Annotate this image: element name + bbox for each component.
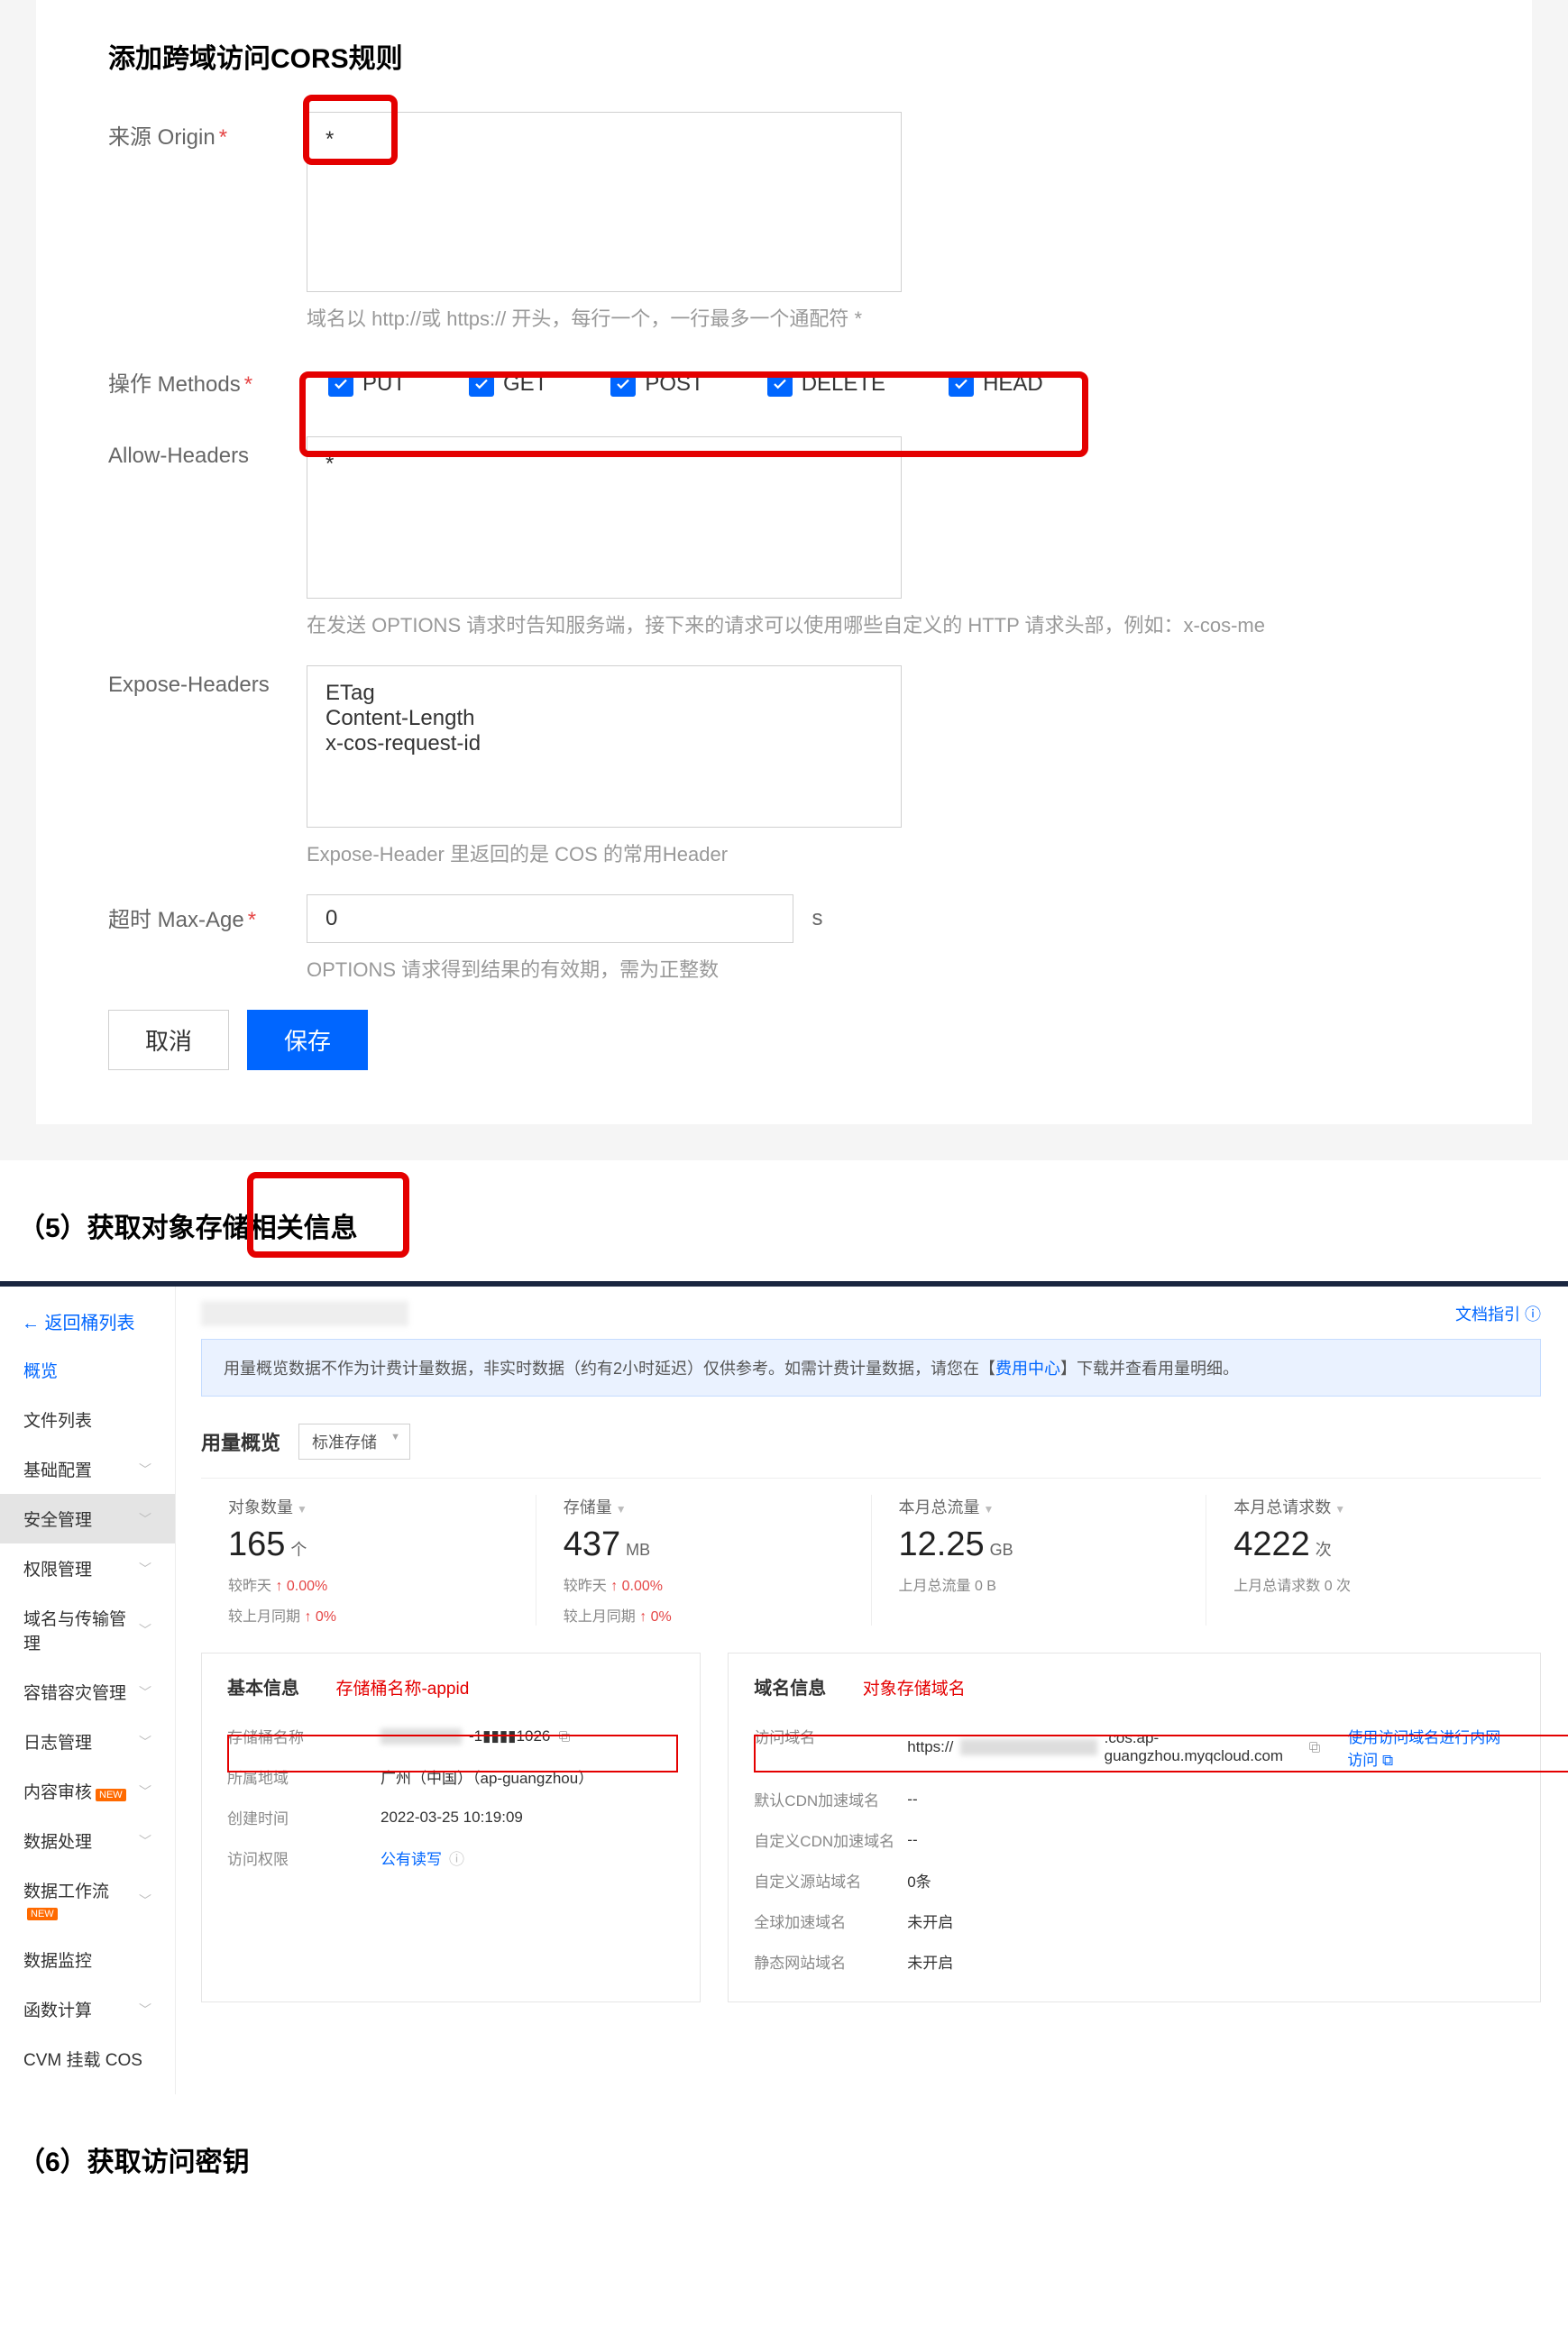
info-row: 默认CDN加速域名-- [754, 1779, 1515, 1819]
domain-info-red-label: 对象存储域名 [863, 1680, 966, 1699]
sidebar-item[interactable]: 数据工作流NEW﹀ [0, 1865, 175, 1935]
checkbox-put[interactable]: PUT [328, 371, 406, 397]
stat-cell: 对象数量▼165个较昨天 ↑ 0.00%较上月同期 ↑ 0% [201, 1495, 536, 1626]
check-icon [469, 371, 494, 397]
cancel-button[interactable]: 取消 [108, 1010, 229, 1070]
checkbox-post[interactable]: POST [610, 371, 703, 397]
save-button[interactable]: 保存 [247, 1010, 368, 1070]
basic-info-card: 基本信息 存储桶名称-appid 存储桶名称-1▮▮▮▮1026所属地域广州（中… [201, 1653, 701, 2002]
sidebar: ← 返回桶列表 概览文件列表基础配置﹀安全管理﹀权限管理﹀域名与传输管理﹀容错容… [0, 1287, 176, 2094]
sidebar-item[interactable]: 域名与传输管理﹀ [0, 1593, 175, 1667]
basic-info-title: 基本信息 [227, 1673, 299, 1699]
hint-allow-headers: 在发送 OPTIONS 请求时告知服务端，接下来的请求可以使用哪些自定义的 HT… [307, 609, 1460, 638]
sidebar-item[interactable]: 函数计算﹀ [0, 1984, 175, 2034]
chevron-down-icon: ﹀ [139, 1832, 151, 1850]
sidebar-item[interactable]: 概览 [0, 1345, 175, 1395]
permission-link[interactable]: 公有读写 [381, 1846, 442, 1869]
info-row: 访问权限公有读写 ⓘ [227, 1837, 674, 1878]
info-row: 全球加速域名未开启 [754, 1901, 1515, 1941]
storage-type-select[interactable]: 标准存储 [298, 1424, 410, 1460]
domain-info-title: 域名信息 [754, 1673, 826, 1699]
billing-center-link[interactable]: 费用中心 [995, 1360, 1060, 1378]
chevron-down-icon: ﹀ [139, 1782, 151, 1800]
info-row: 静态网站域名未开启 [754, 1941, 1515, 1982]
basic-info-red-label: 存储桶名称-appid [335, 1680, 469, 1699]
chevron-down-icon: ﹀ [139, 1510, 151, 1528]
intranet-access-link[interactable]: 使用访问域名进行内网访问 ⧉ [1347, 1725, 1515, 1770]
cors-title: 添加跨域访问CORS规则 [108, 36, 1460, 76]
console-panel: ← 返回桶列表 概览文件列表基础配置﹀安全管理﹀权限管理﹀域名与传输管理﹀容错容… [0, 1281, 1568, 2094]
row-methods: 操作 Methods* PUT GET POST DELETE HEAD [108, 359, 1460, 409]
row-expose-headers: Expose-Headers ETag Content-Length x-cos… [108, 665, 1460, 867]
check-icon [767, 371, 793, 397]
input-max-age[interactable]: 0 [307, 894, 793, 943]
stat-cell: 本月总流量▼12.25GB上月总流量 0 B [872, 1495, 1207, 1626]
checkbox-head[interactable]: HEAD [949, 371, 1043, 397]
label-max-age: 超时 Max-Age* [108, 894, 307, 933]
chevron-down-icon: ﹀ [139, 1892, 151, 1910]
usage-overview-title: 用量概览 [201, 1427, 280, 1456]
label-methods: 操作 Methods* [108, 359, 307, 398]
sidebar-item[interactable]: 安全管理﹀ [0, 1494, 175, 1543]
input-expose-headers[interactable]: ETag Content-Length x-cos-request-id [307, 665, 902, 828]
copy-icon[interactable] [557, 1729, 572, 1744]
info-row: 存储桶名称-1▮▮▮▮1026 [227, 1716, 674, 1756]
stat-cell: 存储量▼437MB较昨天 ↑ 0.00%较上月同期 ↑ 0% [536, 1495, 872, 1626]
check-icon [949, 371, 974, 397]
chevron-down-icon: ﹀ [139, 1621, 151, 1639]
check-icon [328, 371, 353, 397]
info-icon: ⓘ [449, 1846, 464, 1869]
sidebar-item[interactable]: 内容审核NEW﹀ [0, 1766, 175, 1816]
label-allow-headers: Allow-Headers [108, 436, 307, 469]
label-expose-headers: Expose-Headers [108, 665, 307, 698]
sidebar-item[interactable]: 数据处理﹀ [0, 1816, 175, 1865]
info-row: 自定义源站域名0条 [754, 1860, 1515, 1901]
sidebar-item[interactable]: 数据监控 [0, 1935, 175, 1984]
sidebar-item[interactable]: 基础配置﹀ [0, 1444, 175, 1494]
cors-form-panel: 添加跨域访问CORS规则 来源 Origin* * 域名以 http://或 h… [36, 0, 1532, 1124]
chevron-down-icon: ﹀ [139, 2001, 151, 2019]
chevron-down-icon: ﹀ [139, 1733, 151, 1751]
stat-cell: 本月总请求数▼4222次上月总请求数 0 次 [1206, 1495, 1541, 1626]
sidebar-item[interactable]: 权限管理﹀ [0, 1543, 175, 1593]
row-max-age: 超时 Max-Age* 0 s OPTIONS 请求得到结果的有效期，需为正整数 [108, 894, 1460, 983]
chevron-down-icon: ﹀ [139, 1683, 151, 1701]
unit-max-age: s [812, 906, 822, 930]
info-row: 自定义CDN加速域名-- [754, 1819, 1515, 1860]
chevron-down-icon: ﹀ [139, 1560, 151, 1578]
chevron-down-icon: ﹀ [139, 1461, 151, 1479]
sidebar-item[interactable]: 文件列表 [0, 1395, 175, 1444]
back-to-buckets[interactable]: ← 返回桶列表 [0, 1297, 175, 1345]
info-row: 访问域名https://.cos.ap-guangzhou.myqcloud.c… [754, 1716, 1515, 1779]
input-origin[interactable]: * [307, 112, 902, 292]
copy-icon[interactable] [1307, 1740, 1322, 1754]
info-row: 创建时间2022-03-25 10:19:09 [227, 1797, 674, 1837]
sidebar-item[interactable]: CVM 挂载 COS [0, 2034, 175, 2084]
sidebar-item[interactable]: 容错容灾管理﹀ [0, 1667, 175, 1717]
hint-origin: 域名以 http://或 https:// 开头，每行一个，一行最多一个通配符 … [307, 303, 1460, 332]
domain-info-card: 域名信息 对象存储域名 访问域名https://.cos.ap-guangzho… [728, 1653, 1541, 2002]
info-row: 所属地域广州（中国）（ap-guangzhou） [227, 1756, 674, 1797]
hint-max-age: OPTIONS 请求得到结果的有效期，需为正整数 [307, 954, 1460, 983]
check-icon [610, 371, 636, 397]
sidebar-item[interactable]: 日志管理﹀ [0, 1717, 175, 1766]
checkbox-delete[interactable]: DELETE [767, 371, 885, 397]
bucket-name-redacted [201, 1301, 408, 1326]
label-origin: 来源 Origin* [108, 112, 307, 151]
row-origin: 来源 Origin* * 域名以 http://或 https:// 开头，每行… [108, 112, 1460, 332]
info-banner: 用量概览数据不作为计费计量数据，非实时数据（约有2小时延迟）仅供参考。如需计费计… [201, 1339, 1541, 1397]
section-5-heading: （5）获取对象存储相关信息 [18, 1205, 1550, 1245]
hint-expose-headers: Expose-Header 里返回的是 COS 的常用Header [307, 838, 1460, 867]
input-allow-headers[interactable]: * [307, 436, 902, 599]
doc-guide-link[interactable]: 文档指引 ⓘ [1455, 1302, 1568, 1325]
section-6-heading: （6）获取访问密钥 [18, 2139, 1550, 2179]
checkbox-get[interactable]: GET [469, 371, 547, 397]
row-allow-headers: Allow-Headers * 在发送 OPTIONS 请求时告知服务端，接下来… [108, 436, 1460, 638]
